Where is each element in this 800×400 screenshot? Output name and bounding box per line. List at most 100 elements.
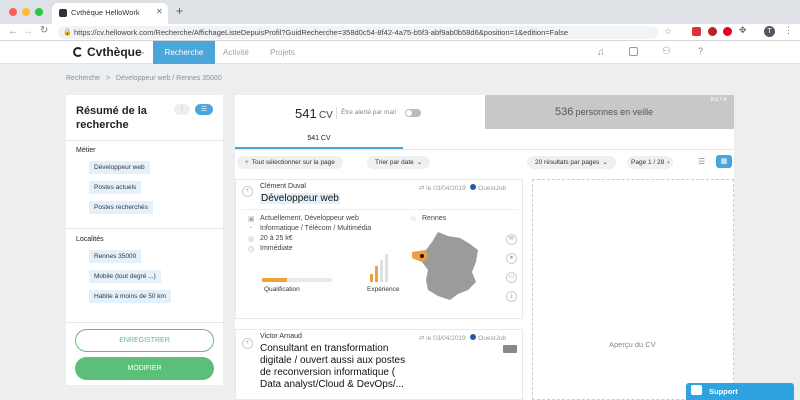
qualification-bar	[262, 278, 332, 282]
cv-count-number: 541	[295, 106, 317, 121]
sort-label: Trier par date	[375, 159, 414, 166]
localites-label: Localités	[76, 236, 104, 243]
nav-tab-label: Projets	[270, 48, 295, 57]
briefcase-icon: ▣	[248, 216, 255, 223]
france-map	[412, 232, 478, 300]
add-to-selection-icon[interactable]: +	[242, 186, 253, 197]
bell-icon[interactable]: ♫	[597, 47, 605, 58]
current-position-text: Actuellement, Développeur web	[260, 215, 359, 222]
veille-label: personnes en veille	[575, 107, 654, 117]
extension-icon[interactable]	[692, 27, 701, 36]
email-icon[interactable]: ✉	[506, 234, 517, 245]
card-date: le 03/04/2019	[426, 185, 466, 192]
forward-icon[interactable]: →	[23, 26, 33, 37]
nav-tab-projets[interactable]: Projets	[270, 41, 295, 64]
card-meta: ⇄ le 03/04/2019 OuestJob	[419, 334, 506, 342]
cv-card[interactable]: + Clément Duval Développeur web ⇄ le 03/…	[235, 179, 523, 319]
sliders-view-icon[interactable]: ⫶	[174, 104, 190, 115]
download-icon[interactable]: ⤓	[506, 291, 517, 302]
france-map-shape	[412, 232, 478, 300]
candidate-title[interactable]: Consultant en transformation digitale / …	[260, 343, 410, 391]
salary: 20 à 25 k€	[260, 235, 293, 242]
url-bar[interactable]: 🔒 https://cv.hellowork.com/Recherche/Aff…	[58, 26, 658, 39]
close-window-icon[interactable]	[9, 8, 17, 16]
select-all-label: Tout sélectionner sur la page	[251, 159, 335, 166]
add-to-selection-icon[interactable]: +	[242, 338, 253, 349]
experience-bar	[370, 274, 373, 282]
support-button[interactable]: Support	[686, 383, 794, 400]
profile-avatar[interactable]: T	[764, 26, 775, 37]
help-icon[interactable]: ?	[698, 46, 703, 56]
metier-tag[interactable]: Développeur web	[89, 161, 150, 174]
new-tab-icon[interactable]: +	[176, 4, 183, 18]
divider	[336, 107, 337, 119]
metier-tag[interactable]: Postes recherchés	[89, 201, 153, 214]
location: Rennes	[422, 215, 447, 222]
browser-tab-strip: Cvthèque HelloWork ✕ +	[0, 0, 800, 24]
veille-box[interactable]: 536 personnes en veille BETA	[485, 95, 734, 129]
experience-bar	[380, 260, 383, 282]
save-search-button[interactable]: ENREGISTRER	[75, 329, 214, 352]
page-label: Page 1 / 28	[631, 159, 665, 166]
favicon-icon	[59, 9, 67, 17]
location-marker	[420, 254, 424, 258]
browser-tab[interactable]: Cvthèque HelloWork ✕	[52, 3, 168, 24]
card-divider	[242, 209, 518, 210]
list-view-icon[interactable]: ☰	[195, 104, 213, 115]
back-icon[interactable]: ←	[8, 26, 18, 37]
localite-tag[interactable]: Habite à moins de 50 km	[89, 290, 171, 303]
chevron-right-icon[interactable]: ›	[667, 159, 669, 166]
select-all-button[interactable]: + Tout sélectionner sur la page	[237, 156, 343, 169]
breadcrumb-root[interactable]: Recherche	[66, 75, 100, 82]
pinterest-icon[interactable]	[723, 27, 732, 36]
pagination[interactable]: Page 1 / 28 ›	[627, 156, 674, 169]
localite-tag[interactable]: Rennes 35000	[89, 250, 142, 263]
nav-tab-activite[interactable]: Activité	[223, 41, 249, 64]
metier-label: Métier	[76, 147, 96, 154]
menu-dots-icon[interactable]: ⋮	[784, 25, 793, 36]
folder-icon[interactable]: ▭	[506, 272, 517, 283]
zoom-window-icon[interactable]	[35, 8, 43, 16]
tab-title: Cvthèque HelloWork	[71, 8, 140, 17]
nav-tab-label: Activité	[223, 48, 249, 57]
star-icon[interactable]: ☆	[410, 214, 417, 223]
card-date: le 03/04/2019	[426, 335, 466, 342]
send-icon[interactable]: ➤	[506, 253, 517, 264]
share-icon[interactable]	[629, 47, 638, 56]
summary-title: Résumé de la recherche	[76, 105, 147, 131]
preview-label: Aperçu du CV	[609, 340, 656, 349]
nav-tab-recherche[interactable]: Recherche	[153, 41, 215, 64]
chat-icon	[691, 385, 702, 395]
beta-badge: BETA	[711, 97, 728, 103]
support-label: Support	[709, 387, 738, 396]
reload-icon[interactable]: ↻	[40, 25, 48, 36]
tab-cv-results[interactable]: 541 CV	[235, 129, 403, 149]
extension-icon[interactable]	[708, 27, 717, 36]
per-page-dropdown[interactable]: 20 résultats par pages ⌄	[527, 156, 616, 169]
source-icon	[470, 334, 477, 340]
user-icon[interactable]: ⚇	[662, 46, 671, 57]
chevron-down-icon[interactable]: ⌄	[139, 47, 146, 56]
availability: Immédiate	[260, 245, 293, 252]
salary-icon: ◎	[248, 236, 255, 243]
qualification-fill	[262, 278, 287, 282]
sort-dropdown[interactable]: Trier par date ⌄	[367, 156, 431, 169]
experience-bar	[385, 254, 388, 282]
cv-card[interactable]: + Victor Arnaud Consultant en transforma…	[235, 329, 523, 400]
bookmark-star-icon[interactable]: ☆	[664, 26, 672, 37]
archive-icon[interactable]	[503, 345, 517, 353]
modify-search-button[interactable]: MODIFIER	[75, 357, 214, 380]
cv-preview: Aperçu du CV	[532, 179, 734, 400]
chevron-down-icon: ⌄	[416, 159, 423, 166]
metier-tag[interactable]: Postes actuels	[89, 181, 142, 194]
candidate-title[interactable]: Développeur web	[260, 193, 340, 204]
candidate-name: Victor Arnaud	[260, 333, 302, 340]
list-layout-icon[interactable]: ☰	[698, 157, 705, 166]
alert-toggle[interactable]	[405, 109, 421, 117]
tab-close-icon[interactable]: ✕	[156, 7, 163, 16]
localite-tag[interactable]: Mobile (tout degré ...)	[89, 270, 161, 283]
source-icon	[470, 184, 477, 190]
minimize-window-icon[interactable]	[22, 8, 30, 16]
move-icon[interactable]: ✥	[739, 25, 747, 36]
grid-layout-icon[interactable]: ▦	[716, 155, 732, 168]
